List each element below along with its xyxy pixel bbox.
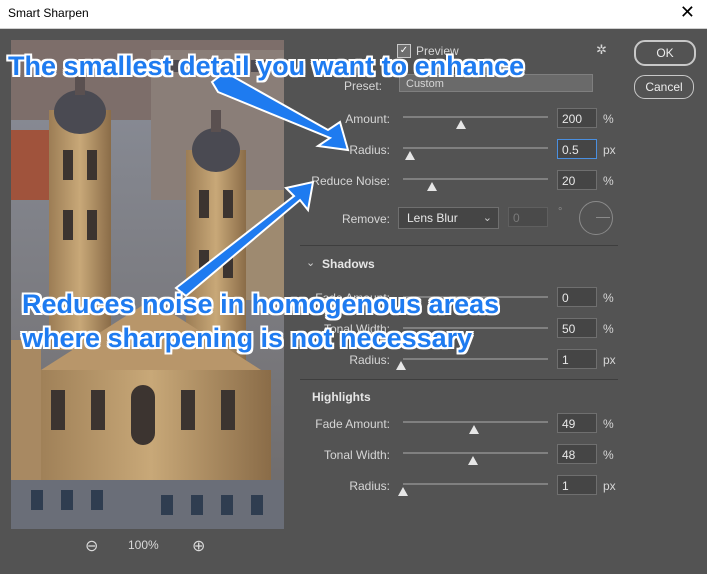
annotation-bottom-line1: Reduces noise in homogenous areas (22, 289, 500, 319)
title-bar: Smart Sharpen ✕ (0, 0, 707, 29)
highlights-tonal-width-label: Tonal Width: (323, 448, 390, 462)
chevron-down-icon: ⌄ (482, 212, 492, 224)
zoom-in-icon[interactable]: ⊕ (192, 536, 210, 555)
highlights-title[interactable]: Highlights (312, 390, 371, 404)
shadows-radius-input[interactable]: 1 (557, 349, 597, 369)
amount-input[interactable]: 200 (557, 108, 597, 128)
highlights-radius-input[interactable]: 1 (557, 475, 597, 495)
reduce-noise-slider[interactable] (403, 178, 548, 180)
highlights-radius-slider-thumb[interactable] (398, 487, 408, 496)
radius-unit: px (603, 143, 616, 157)
reduce-noise-input[interactable]: 20 (557, 170, 597, 190)
reduce-noise-slider-thumb[interactable] (427, 182, 437, 191)
highlights-tonal-width-slider[interactable] (403, 452, 548, 454)
zoom-level: 100% (128, 538, 159, 552)
angle-input[interactable]: 0 (508, 207, 548, 227)
radius-input[interactable]: 0.5 (557, 139, 597, 159)
remove-select-value: Lens Blur (407, 211, 458, 225)
highlights-fade-amount-label: Fade Amount: (315, 417, 390, 431)
shadows-radius-slider[interactable] (403, 358, 548, 360)
chevron-down-icon[interactable]: ⌄ (306, 256, 315, 269)
shadows-radius-label: Radius: (349, 353, 390, 367)
amount-slider-thumb[interactable] (456, 120, 466, 129)
highlights-fade-amount-slider-thumb[interactable] (469, 425, 480, 434)
angle-dial[interactable] (579, 201, 613, 235)
radius-slider-thumb[interactable] (405, 151, 416, 160)
cathedral-photo (11, 40, 284, 529)
highlights-tonal-width-input[interactable]: 48 (557, 444, 597, 464)
remove-label: Remove: (341, 212, 390, 226)
divider (300, 379, 618, 380)
window-title: Smart Sharpen (8, 6, 89, 20)
preview-image[interactable] (11, 40, 284, 529)
cancel-button[interactable]: Cancel (634, 75, 694, 99)
divider (300, 245, 618, 246)
remove-select[interactable]: Lens Blur ⌄ (398, 207, 499, 229)
shadows-fade-amount-input[interactable]: 0 (557, 287, 597, 307)
zoom-out-icon[interactable]: ⊖ (85, 536, 103, 555)
amount-slider[interactable] (403, 116, 548, 118)
highlights-radius-label: Radius: (349, 479, 390, 493)
radius-slider[interactable] (403, 147, 548, 149)
highlights-tonal-width-unit: % (603, 448, 614, 462)
shadows-title[interactable]: Shadows (322, 257, 375, 271)
shadows-radius-slider-thumb[interactable] (396, 361, 406, 370)
highlights-fade-amount-slider[interactable] (403, 421, 548, 423)
shadows-radius-unit: px (603, 353, 616, 367)
annotation-bottom-line2: where sharpening is not necessary (22, 323, 473, 353)
radius-label: Radius: (349, 143, 390, 157)
gear-icon[interactable]: ✲ (596, 42, 607, 58)
shadows-tonal-width-unit: % (603, 322, 614, 336)
annotation-top: The smallest detail you want to enhance (8, 51, 525, 81)
close-icon[interactable]: ✕ (680, 2, 695, 23)
shadows-tonal-width-input[interactable]: 50 (557, 318, 597, 338)
highlights-radius-slider[interactable] (403, 483, 548, 485)
highlights-radius-unit: px (603, 479, 616, 493)
highlights-fade-amount-input[interactable]: 49 (557, 413, 597, 433)
reduce-noise-unit: % (603, 174, 614, 188)
amount-unit: % (603, 112, 614, 126)
degree-symbol: ° (558, 206, 563, 218)
highlights-tonal-width-slider-thumb[interactable] (467, 456, 478, 465)
amount-label: Amount: (345, 112, 390, 126)
highlights-fade-amount-unit: % (603, 417, 614, 431)
ok-button[interactable]: OK (634, 40, 696, 66)
shadows-fade-amount-unit: % (603, 291, 614, 305)
reduce-noise-label: Reduce Noise: (311, 174, 390, 188)
